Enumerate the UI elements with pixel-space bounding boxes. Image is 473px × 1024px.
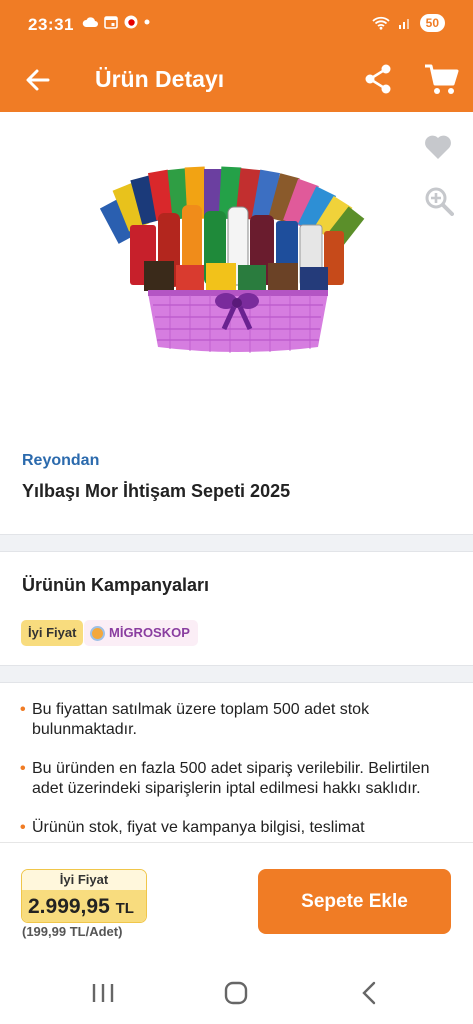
campaign-badge-label: MİGROSKOP xyxy=(109,625,190,640)
dot-icon xyxy=(144,19,150,25)
add-to-cart-button[interactable]: Sepete Ekle xyxy=(258,869,451,934)
basket-products xyxy=(100,166,365,291)
product-name: Yılbaşı Mor İhtişam Sepeti 2025 xyxy=(22,481,291,501)
list-item: • Ürünün stok, fiyat ve kampanya bilgisi,… xyxy=(20,818,440,838)
back-arrow-icon[interactable] xyxy=(22,64,54,96)
nav-back-icon[interactable] xyxy=(360,981,378,1005)
list-item-text: Bu üründen en fazla 500 adet sipariş ver… xyxy=(32,760,430,797)
bullet-icon: • xyxy=(20,819,26,836)
unit-price: (199,99 TL/Adet) xyxy=(22,924,123,939)
home-icon[interactable] xyxy=(224,981,248,1005)
status-left-icons xyxy=(82,15,150,29)
page-title: Ürün Detayı xyxy=(95,66,225,92)
heart-icon[interactable] xyxy=(424,134,452,160)
campaign-badge-iyi-fiyat[interactable]: İyi Fiyat xyxy=(21,620,84,646)
bullet-icon: • xyxy=(20,701,26,718)
list-item-text: Ürünün stok, fiyat ve kampanya bilgisi, … xyxy=(32,819,365,836)
product-brand[interactable]: Reyondan xyxy=(22,452,99,470)
cloud-icon xyxy=(82,17,98,27)
status-right-icons: 50 xyxy=(372,14,445,32)
wifi-icon xyxy=(372,16,390,30)
zoom-in-icon[interactable] xyxy=(424,186,454,216)
vodafone-icon xyxy=(124,15,138,29)
migroskop-logo-icon xyxy=(90,625,105,641)
bullet-icon: • xyxy=(20,760,26,777)
campaign-badge-migroskop[interactable]: MİGROSKOP xyxy=(84,620,198,646)
price-label: İyi Fiyat xyxy=(22,870,146,890)
price-value: 2.999,95 xyxy=(28,895,110,918)
price-value-row: 2.999,95 TL xyxy=(22,890,146,922)
calendar-icon xyxy=(104,16,118,29)
price-currency: TL xyxy=(115,900,134,917)
section-divider xyxy=(0,665,473,683)
app-bar: Ürün Detayı xyxy=(0,50,473,112)
section-divider xyxy=(0,534,473,552)
system-nav-bar xyxy=(0,954,473,1024)
campaigns-title: Ürünün Kampanyaları xyxy=(22,575,210,595)
recent-apps-icon[interactable] xyxy=(90,982,116,1004)
cart-icon[interactable] xyxy=(423,61,459,97)
status-bar: 23:31 50 xyxy=(0,0,473,50)
price-box: İyi Fiyat 2.999,95 TL xyxy=(21,869,147,923)
share-icon[interactable] xyxy=(362,62,394,96)
list-item: • Bu fiyattan satılmak üzere toplam 500 a… xyxy=(20,700,440,740)
basket xyxy=(148,290,328,353)
list-item-text: Bu fiyattan satılmak üzere toplam 500 ad… xyxy=(32,701,370,738)
status-time: 23:31 xyxy=(28,15,74,34)
product-image xyxy=(100,166,365,353)
battery-indicator: 50 xyxy=(419,14,445,32)
product-info-list: • Bu fiyattan satılmak üzere toplam 500 a… xyxy=(20,700,440,842)
signal-icon xyxy=(398,19,409,29)
list-item: • Bu üründen en fazla 500 adet sipariş ve… xyxy=(20,759,440,799)
